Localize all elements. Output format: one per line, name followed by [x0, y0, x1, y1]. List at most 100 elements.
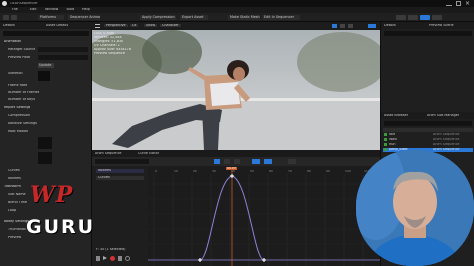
- list-item[interactable]: Walk Anim Sequence: [383, 138, 473, 142]
- menu-edit[interactable]: Edit: [30, 8, 37, 11]
- viewport-menu-icon[interactable]: [95, 24, 100, 28]
- menu-file[interactable]: File: [12, 8, 18, 11]
- play-icon[interactable]: [103, 256, 107, 260]
- asset-type: Anim Sequence: [433, 148, 460, 151]
- sequencer-panel: Anim Sequence Curve Editor Notifies Curv…: [92, 150, 380, 266]
- list-item[interactable]: Idle Anim Sequence: [383, 133, 473, 137]
- normalize-button[interactable]: [264, 159, 272, 164]
- track-list: Notifies Curves F: 30 (1 selected): [92, 166, 148, 266]
- time-mark-label: 30: [212, 169, 216, 173]
- platforms-button[interactable]: Platforms: [38, 15, 64, 20]
- mesh-mode-button[interactable]: [408, 15, 418, 20]
- viewport-tab-show[interactable]: Show: [144, 24, 158, 28]
- minimize-button[interactable]: [446, 1, 452, 6]
- right-search-input[interactable]: [384, 31, 472, 36]
- curve-key[interactable]: [261, 257, 267, 263]
- maximize-button[interactable]: [456, 1, 461, 6]
- curve-key[interactable]: [229, 173, 235, 179]
- tab-anim-sequence[interactable]: Anim Sequence: [95, 152, 122, 155]
- property-label: Notifies: [8, 177, 21, 180]
- scale-tool-icon[interactable]: [348, 24, 353, 28]
- asset-type: Anim Sequence: [433, 133, 460, 136]
- tab-details-right[interactable]: Details: [384, 24, 396, 27]
- tab-asset-details[interactable]: Asset Details: [46, 24, 68, 27]
- browse-button[interactable]: [11, 15, 17, 20]
- time-mark-label: 90: [326, 169, 330, 173]
- tab-details[interactable]: Details: [3, 24, 15, 27]
- tangent-user-button[interactable]: [234, 159, 240, 164]
- playhead-frame[interactable]: 0039: [226, 167, 237, 171]
- pose-thumbnail[interactable]: [38, 152, 52, 164]
- flatten-button[interactable]: [288, 159, 296, 164]
- unreal-logo-icon: [2, 1, 7, 6]
- asset-name: Run: [389, 143, 396, 146]
- asset-name: Idle: [389, 133, 396, 136]
- brand-logo: WP GURU: [24, 182, 100, 244]
- list-item[interactable]: Run Anim Sequence: [383, 143, 473, 147]
- update-button[interactable]: Update: [38, 63, 54, 68]
- make-static-mesh-button[interactable]: Make Static Mesh: [228, 15, 260, 20]
- menu-window[interactable]: Window: [45, 8, 58, 11]
- rotate-tool-icon[interactable]: [340, 24, 345, 28]
- property-label: Curves: [8, 169, 20, 172]
- camera-speed-icon[interactable]: [368, 24, 376, 28]
- time-mark-label: 20: [193, 169, 197, 173]
- apply-compression-button[interactable]: Apply Compression: [140, 15, 176, 20]
- viewport-tab-perspective[interactable]: Perspective: [104, 24, 128, 28]
- details-search-input[interactable]: [3, 31, 89, 36]
- tab-curve-editor[interactable]: Curve Editor: [138, 152, 159, 155]
- menu-tools[interactable]: Tools: [66, 8, 74, 11]
- tab-anim-slot-manager[interactable]: Anim Slot Manager: [427, 114, 459, 117]
- stat-line: Triangles: 51,830: [94, 40, 124, 43]
- stat-line: UV Channels: 1: [94, 44, 120, 47]
- viewport-tab-character[interactable]: Character: [160, 24, 181, 28]
- skip-forward-icon[interactable]: [118, 256, 122, 261]
- property-label: Additive Settings: [8, 122, 37, 125]
- property-label: Skeleton: [8, 72, 23, 75]
- curve-graph[interactable]: 0102030405060708090100110 0039: [148, 166, 380, 266]
- translate-tool-icon[interactable]: [332, 24, 337, 28]
- export-asset-button[interactable]: Export Asset: [180, 15, 208, 20]
- curve-key[interactable]: [197, 257, 203, 263]
- skip-back-icon[interactable]: [96, 256, 100, 261]
- track-label: Notifies: [98, 169, 111, 172]
- time-mark-label: 60: [269, 169, 273, 173]
- close-button[interactable]: ×: [465, 0, 472, 7]
- curve-plot[interactable]: 0102030405060708090100110: [148, 166, 380, 266]
- key-mode-button[interactable]: [214, 159, 220, 164]
- playback-controls: [96, 256, 136, 262]
- skeleton-thumbnail[interactable]: [38, 71, 50, 81]
- skeleton-mode-button[interactable]: [396, 15, 406, 20]
- frame-readout: F: 30 (1 selected): [96, 248, 126, 251]
- preview-viewport[interactable]: Perspective Lit Show Character LOD: 0 Au…: [92, 22, 380, 150]
- save-button[interactable]: [3, 15, 9, 20]
- tab-preview-scene[interactable]: Preview Scene: [429, 24, 454, 27]
- time-mark-label: 100: [345, 169, 351, 173]
- property-value-field[interactable]: [38, 55, 88, 60]
- menu-help[interactable]: Help: [82, 8, 90, 11]
- asset-type: Anim Sequence: [433, 138, 460, 141]
- record-icon[interactable]: [110, 256, 115, 261]
- window-title: OEDnSequencer: [10, 2, 38, 5]
- anim-asset-icon: [384, 143, 387, 146]
- asset-search-input[interactable]: [384, 121, 472, 126]
- root-motion-thumbnail[interactable]: [38, 137, 52, 149]
- frame-all-button[interactable]: [252, 159, 260, 164]
- viewport-tab-lit[interactable]: Lit: [130, 24, 139, 28]
- time-mark-label: 0: [155, 169, 157, 173]
- property-label: Number of Frames: [8, 91, 40, 94]
- tangent-auto-button[interactable]: [224, 159, 230, 164]
- curve-list-filter[interactable]: [95, 159, 149, 164]
- physics-mode-button[interactable]: [432, 15, 442, 20]
- tab-asset-browser[interactable]: Asset Browser: [384, 114, 408, 117]
- animation-mode-button[interactable]: [420, 15, 430, 20]
- sequencer-animation-button[interactable]: Sequencer Animation: [68, 15, 100, 20]
- property-label: Root Motion: [8, 130, 29, 133]
- asset-list-header: [383, 128, 473, 132]
- edit-in-sequencer-button[interactable]: Edit In Sequencer: [262, 15, 300, 20]
- logo-text-guru: GURU: [26, 216, 96, 238]
- time-mark-label: 80: [307, 169, 311, 173]
- loop-icon[interactable]: [125, 256, 130, 261]
- asset-type: Anim Sequence: [433, 143, 460, 146]
- property-value-field[interactable]: [38, 47, 88, 52]
